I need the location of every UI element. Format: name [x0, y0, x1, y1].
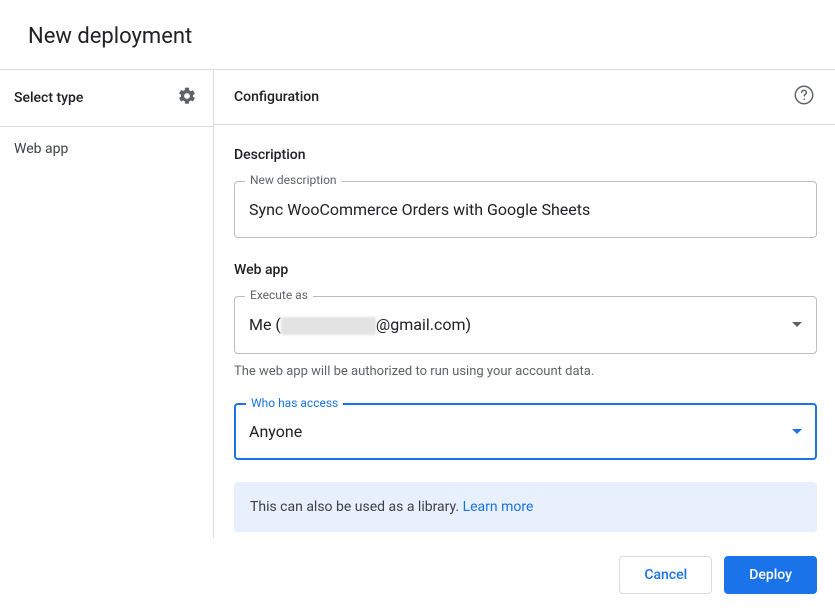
gear-icon — [177, 86, 197, 110]
dialog-footer: Cancel Deploy — [0, 538, 835, 612]
redacted-email-local — [281, 317, 376, 335]
execute-as-value: Me (@gmail.com) — [249, 315, 471, 335]
description-legend: New description — [245, 173, 342, 187]
execute-as-helper: The web app will be authorized to run us… — [234, 364, 817, 379]
content-header: Configuration — [214, 70, 835, 125]
help-icon — [793, 84, 815, 110]
deploy-button[interactable]: Deploy — [724, 556, 817, 594]
who-has-access-select[interactable]: Who has access Anyone — [234, 403, 817, 460]
library-info-box: This can also be used as a library. Lear… — [234, 482, 817, 532]
dialog-title: New deployment — [28, 24, 807, 49]
sidebar-title: Select type — [14, 90, 83, 106]
caret-down-icon — [792, 322, 802, 327]
who-has-access-value: Anyone — [249, 422, 302, 441]
content: Configuration Description New descriptio… — [214, 70, 835, 538]
info-text: This can also be used as a library. — [250, 499, 463, 515]
cancel-button[interactable]: Cancel — [619, 556, 712, 594]
dialog-body: Select type Web app Configuration — [0, 70, 835, 538]
new-deployment-dialog: New deployment Select type Web app Confi… — [0, 0, 835, 612]
description-field[interactable]: New description — [234, 181, 817, 238]
execute-as-legend: Execute as — [245, 288, 313, 302]
sidebar-item-web-app[interactable]: Web app — [0, 127, 213, 171]
content-title: Configuration — [234, 89, 319, 105]
select-type-settings-button[interactable] — [173, 82, 201, 114]
description-input[interactable] — [249, 200, 802, 219]
sidebar-header: Select type — [0, 70, 213, 127]
dialog-header: New deployment — [0, 0, 835, 69]
learn-more-link[interactable]: Learn more — [463, 499, 534, 515]
help-button[interactable] — [791, 82, 817, 112]
sidebar: Select type Web app — [0, 70, 214, 538]
who-has-access-legend: Who has access — [246, 396, 343, 410]
webapp-heading: Web app — [234, 262, 817, 278]
execute-as-select[interactable]: Execute as Me (@gmail.com) — [234, 296, 817, 354]
content-body: Description New description Web app Exec… — [214, 125, 835, 532]
description-heading: Description — [234, 147, 817, 163]
caret-down-icon — [792, 429, 802, 434]
